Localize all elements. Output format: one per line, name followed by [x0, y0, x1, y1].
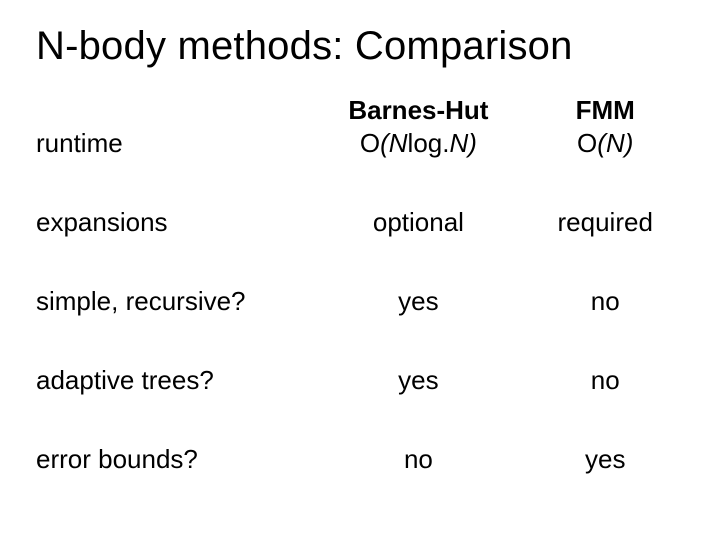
cell: no	[526, 266, 684, 345]
cell: optional	[310, 187, 526, 266]
row-simple-recursive: simple, recursive? yes no	[36, 266, 684, 345]
cell: yes	[310, 266, 526, 345]
table-header-row: Barnes-Hut FMM	[36, 89, 684, 126]
col-header-fmm: FMM	[526, 89, 684, 126]
row-label: expansions	[36, 187, 310, 266]
cell: yes	[310, 345, 526, 424]
row-label: runtime	[36, 126, 310, 187]
cell: required	[526, 187, 684, 266]
cell: yes	[526, 424, 684, 503]
row-error-bounds: error bounds? no yes	[36, 424, 684, 503]
slide-title: N-body methods: Comparison	[36, 24, 684, 69]
row-expansions: expansions optional required	[36, 187, 684, 266]
cell-runtime-fmm: O(N)	[526, 126, 684, 187]
row-label: adaptive trees?	[36, 345, 310, 424]
cell: no	[310, 424, 526, 503]
cell-runtime-bh: O(Nlog.N)	[310, 126, 526, 187]
comparison-table: Barnes-Hut FMM runtime O(Nlog.N) O(N) ex…	[36, 89, 684, 503]
cell: no	[526, 345, 684, 424]
col-header-barneshut: Barnes-Hut	[310, 89, 526, 126]
row-label: simple, recursive?	[36, 266, 310, 345]
row-adaptive-trees: adaptive trees? yes no	[36, 345, 684, 424]
row-runtime: runtime O(Nlog.N) O(N)	[36, 126, 684, 187]
row-label: error bounds?	[36, 424, 310, 503]
